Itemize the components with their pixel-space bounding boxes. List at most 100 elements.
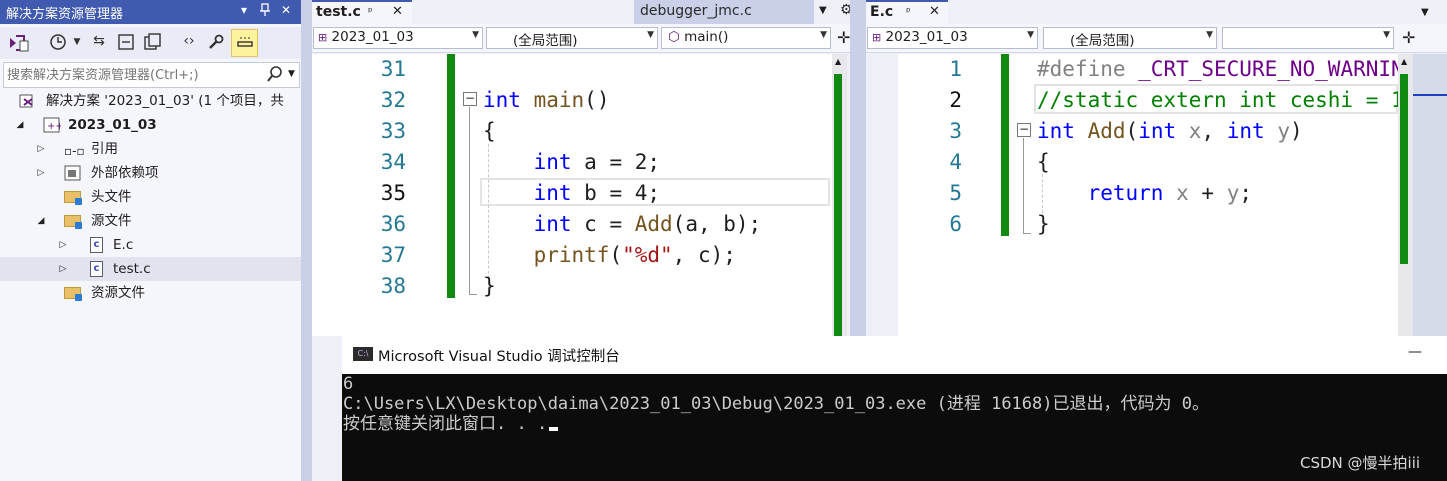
tab-e-c[interactable]: E.c ᵖ ✕ — [866, 0, 948, 24]
code-line: { — [1037, 150, 1050, 174]
tree-item-external-deps[interactable]: ▷ 外部依赖项 — [0, 161, 301, 185]
solution-search-box[interactable]: ▼ — [3, 62, 300, 88]
expanded-arrow-icon[interactable]: ◢ — [35, 209, 47, 233]
collapse-all-icon[interactable] — [115, 33, 137, 55]
tree-item-source-files[interactable]: ◢ 源文件 — [0, 209, 301, 233]
watermark: CSDN @慢半拍iii — [1300, 454, 1421, 472]
tree-item-label: 资源文件 — [91, 285, 145, 301]
tab-pin-icon[interactable]: ᵖ — [368, 5, 373, 18]
filter-folder-icon — [64, 287, 82, 301]
code-line: } — [1037, 212, 1050, 236]
close-panel-icon[interactable]: ✕ — [278, 3, 294, 20]
vs-sync-icon[interactable] — [7, 33, 31, 55]
collapsed-arrow-icon[interactable]: ▷ — [57, 257, 69, 281]
search-options-dropdown-icon[interactable]: ▼ — [288, 69, 295, 79]
tab-pin-icon[interactable]: ᵖ — [906, 5, 911, 18]
collapsed-arrow-icon[interactable]: ▷ — [57, 233, 69, 257]
tab-label: debugger_jmc.c — [640, 3, 752, 19]
preview-selected-icon[interactable] — [231, 29, 258, 57]
tab-debugger-jmc-c[interactable]: debugger_jmc.c — [634, 0, 814, 24]
chevron-down-icon: ▼ — [820, 30, 827, 40]
external-deps-icon — [64, 165, 82, 181]
collapse-region-icon[interactable]: − — [463, 92, 477, 106]
tab-test-c[interactable]: test.c ᵖ ✕ — [312, 0, 412, 24]
console-output[interactable]: 6 C:\Users\LX\Desktop\daima\2023_01_03\De… — [342, 374, 1447, 481]
scope-combo-value: (全局范围) — [513, 33, 578, 49]
minimize-button[interactable]: — — [1408, 344, 1422, 360]
tree-item-label: test.c — [113, 261, 151, 277]
project-combo-icon: ⊞ — [318, 31, 328, 44]
tree-item-test-c[interactable]: ▷ c test.c — [0, 257, 301, 281]
outline-line — [469, 107, 470, 295]
line-number: 31 — [380, 57, 406, 81]
history-icon[interactable] — [48, 33, 68, 55]
right-vertical-scrollbar[interactable]: ▲ — [1398, 54, 1413, 336]
chevron-down-icon: ▼ — [1027, 30, 1034, 40]
left-vertical-scrollbar[interactable]: ▲ — [832, 54, 847, 336]
sync-arrows-icon[interactable]: ⇆ — [89, 33, 109, 55]
panel-splitter[interactable] — [301, 0, 312, 481]
tree-item-resource-files[interactable]: 资源文件 — [0, 281, 301, 305]
tab-list-dropdown-icon[interactable]: ▼ — [819, 5, 827, 16]
svg-text:++: ++ — [47, 121, 61, 132]
scope-combo[interactable]: (全局范围) ▼ — [1043, 27, 1217, 49]
solution-explorer-panel: 解决方案资源管理器 ▾ ✕ ▼ ⇆ ‹› 搜索解决方案资源管理器(Ctrl+;)… — [0, 0, 301, 481]
pin-icon[interactable] — [257, 3, 273, 20]
tab-close-icon[interactable]: ✕ — [929, 4, 940, 19]
tab-list-dropdown-icon[interactable]: ▼ — [1421, 7, 1429, 18]
line-number: 1 — [949, 57, 962, 81]
outline-end — [469, 294, 477, 295]
console-line: 按任意键关闭此窗口. . . — [343, 414, 1447, 434]
collapsed-arrow-icon[interactable]: ▷ — [35, 137, 47, 161]
code-line: { — [483, 119, 496, 143]
collapsed-arrow-icon[interactable]: ▷ — [35, 161, 47, 185]
console-prompt-text: 按任意键关闭此窗口. . . — [343, 414, 548, 434]
scroll-up-icon[interactable]: ▲ — [835, 57, 841, 66]
references-icon: ▫-▫ — [64, 144, 85, 158]
tree-item-label: 源文件 — [91, 213, 132, 229]
outline-end — [1023, 233, 1031, 234]
console-app-icon: C:\ — [353, 347, 373, 361]
split-window-icon[interactable]: ✛ — [837, 28, 850, 47]
expanded-arrow-icon[interactable]: ◢ — [14, 113, 26, 137]
project-combo[interactable]: ⊞ 2023_01_03 ▼ — [313, 27, 483, 49]
tab-close-icon[interactable]: ✕ — [392, 4, 403, 19]
tab-label: E.c — [870, 4, 894, 20]
tree-item-label: 引用 — [91, 141, 118, 157]
filter-folder-icon — [64, 191, 82, 205]
history-dropdown-icon[interactable]: ▼ — [70, 37, 84, 59]
solution-explorer-header: 解决方案资源管理器 ▾ ✕ — [0, 0, 301, 24]
debug-console-window: C:\ Microsoft Visual Studio 调试控制台 — 6 C:\… — [342, 336, 1447, 481]
right-code-area[interactable]: 1 2 3 4 5 6 − #define _CRT_SECURE_NO_WAR… — [898, 54, 1398, 336]
tree-item-e-c[interactable]: ▷ c E.c — [0, 233, 301, 257]
scope-combo[interactable]: (全局范围) ▼ — [486, 27, 658, 49]
panel-dropdown-icon[interactable]: ▾ — [236, 3, 252, 20]
left-code-area[interactable]: 31 32 33 34 35 36 37 38 − int main() { i… — [312, 54, 832, 336]
c-file-icon: c — [90, 261, 103, 277]
code-view-icon[interactable]: ‹› — [178, 33, 200, 55]
member-combo[interactable]: ▼ — [1222, 27, 1394, 49]
scroll-up-icon[interactable]: ▲ — [1401, 57, 1407, 66]
project-combo-value: 2023_01_03 — [331, 29, 414, 45]
tree-item-header-files[interactable]: 头文件 — [0, 185, 301, 209]
tree-item-label: E.c — [113, 237, 134, 253]
collapse-region-icon[interactable]: − — [1017, 123, 1031, 137]
split-window-icon[interactable]: ✛ — [1402, 28, 1415, 47]
properties-wrench-icon[interactable] — [205, 33, 227, 55]
project-combo[interactable]: ⊞ 2023_01_03 ▼ — [867, 27, 1038, 49]
code-line: int Add(int x, int y) — [1037, 119, 1303, 143]
left-tab-strip: test.c ᵖ ✕ debugger_jmc.c ▼ ⚙ — [312, 0, 860, 24]
code-line: //static extern int ceshi = 1; — [1037, 88, 1398, 112]
line-number: 3 — [949, 119, 962, 143]
solution-search-input[interactable] — [7, 66, 257, 84]
search-icon[interactable] — [266, 65, 284, 87]
tree-item-project[interactable]: ◢ ++ 2023_01_03 — [0, 113, 301, 137]
tree-item-references[interactable]: ▷ ▫-▫ 引用 — [0, 137, 301, 161]
console-title: Microsoft Visual Studio 调试控制台 — [378, 349, 620, 365]
show-all-files-icon[interactable] — [141, 33, 165, 55]
code-line: int main() — [483, 88, 610, 112]
console-line: C:\Users\LX\Desktop\daima\2023_01_03\Deb… — [343, 394, 1209, 414]
member-combo[interactable]: ⬡ main() ▼ — [661, 27, 831, 49]
line-number: 36 — [380, 212, 406, 236]
tree-item-solution[interactable]: 解决方案 '2023_01_03' (1 个项目，共 — [0, 89, 301, 113]
